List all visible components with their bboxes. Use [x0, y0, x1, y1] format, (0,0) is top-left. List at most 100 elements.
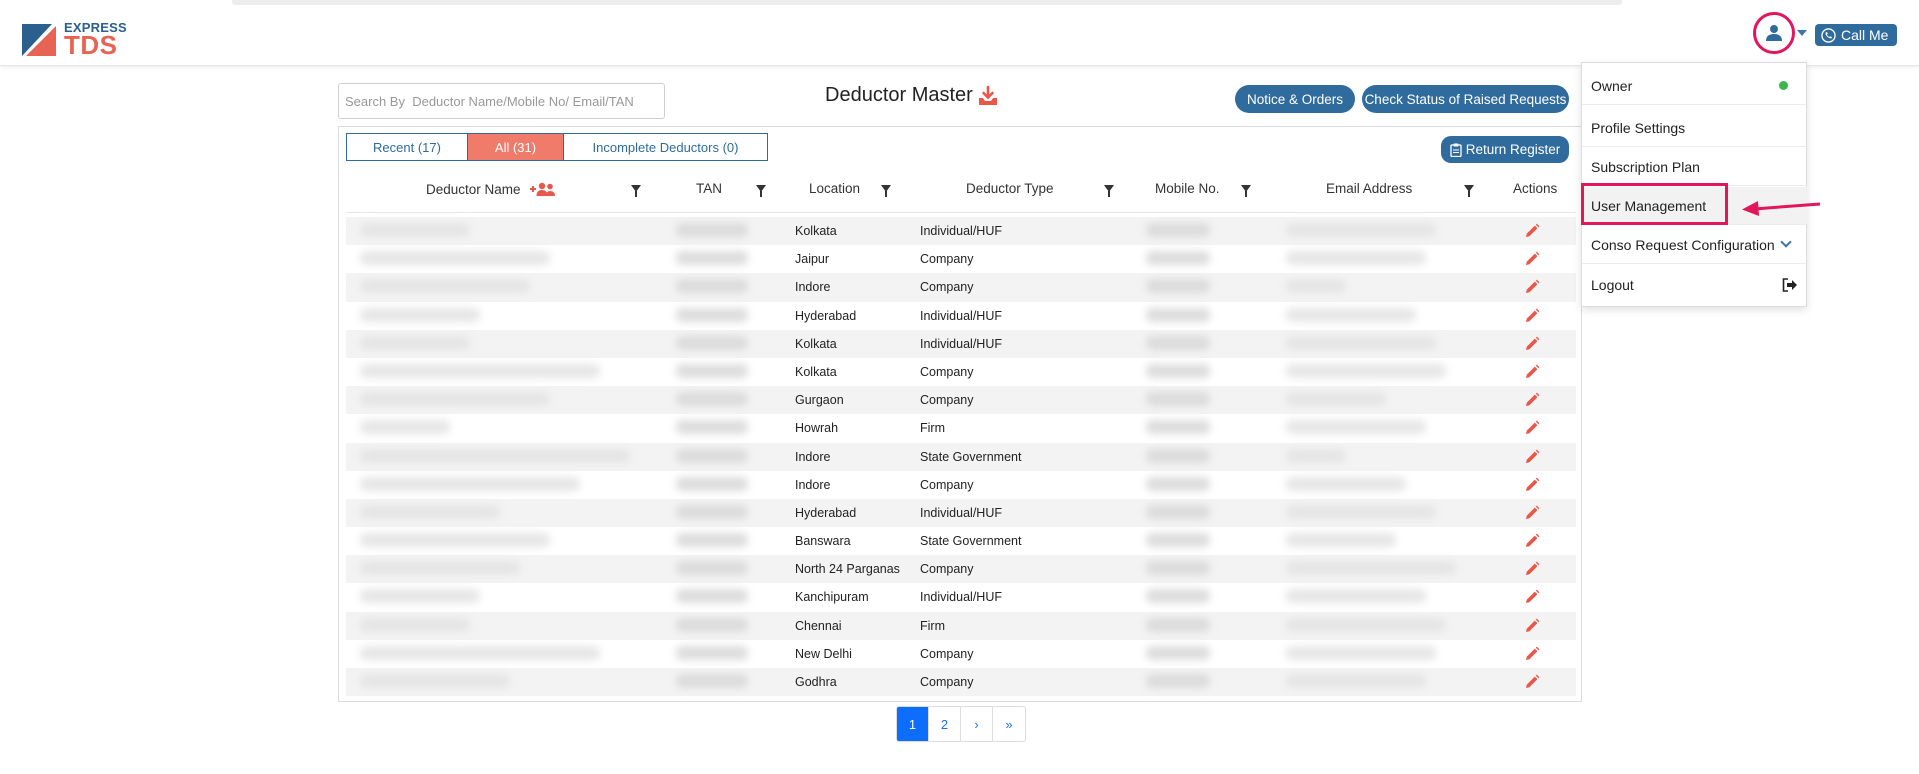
table-header: Deductor Name TAN Location Deductor Type…: [346, 171, 1576, 213]
tab-all[interactable]: All (31): [468, 134, 564, 160]
table-row[interactable]: Kanchipuram Individual/HUF: [346, 583, 1576, 611]
deductor-search-input[interactable]: [338, 83, 665, 119]
edit-pencil-icon[interactable]: [1524, 646, 1540, 662]
col-deductor-type[interactable]: Deductor Type: [966, 181, 1054, 196]
menu-item-subscription-plan[interactable]: Subscription Plan: [1582, 148, 1808, 186]
filter-deductor-name-icon[interactable]: [631, 185, 641, 197]
redacted-mobile: [1146, 363, 1210, 378]
online-status-dot-icon: [1779, 81, 1788, 90]
table-row[interactable]: Indore Company: [346, 273, 1576, 302]
notice-orders-button[interactable]: Notice & Orders: [1235, 85, 1355, 113]
filter-deductor-type-icon[interactable]: [1104, 185, 1114, 197]
redacted-email: [1286, 645, 1436, 660]
next-page-button[interactable]: ›: [961, 707, 993, 741]
table-row[interactable]: Gurgaon Company: [346, 386, 1576, 415]
edit-pencil-icon[interactable]: [1524, 336, 1540, 352]
cell-deductor-type: Individual/HUF: [920, 308, 1002, 323]
table-row[interactable]: Kolkata Individual/HUF: [346, 329, 1576, 358]
deductor-tabs: Recent (17) All (31) Incomplete Deductor…: [346, 133, 768, 161]
edit-pencil-icon[interactable]: [1524, 308, 1540, 324]
edit-pencil-icon[interactable]: [1524, 618, 1540, 634]
menu-item-owner[interactable]: Owner: [1582, 67, 1808, 105]
edit-pencil-icon[interactable]: [1524, 477, 1540, 493]
table-row[interactable]: Chennai Firm: [346, 611, 1576, 640]
table-row[interactable]: Indore State Government: [346, 442, 1576, 471]
redacted-tan: [676, 307, 748, 322]
edit-pencil-icon[interactable]: [1524, 505, 1540, 521]
redacted-email: [1286, 561, 1456, 576]
download-icon[interactable]: [977, 85, 999, 107]
call-me-button[interactable]: Call Me: [1815, 24, 1897, 46]
edit-pencil-icon[interactable]: [1524, 392, 1540, 408]
redacted-email: [1286, 533, 1396, 548]
check-status-button[interactable]: Check Status of Raised Requests: [1362, 85, 1569, 113]
table-row[interactable]: Howrah Firm: [346, 414, 1576, 442]
user-icon: [1766, 25, 1782, 41]
redacted-tan: [676, 617, 748, 632]
table-row[interactable]: Hyderabad Individual/HUF: [346, 498, 1576, 528]
edit-pencil-icon[interactable]: [1524, 364, 1540, 380]
redacted-tan: [676, 251, 748, 266]
edit-pencil-icon[interactable]: [1524, 420, 1540, 436]
table-row[interactable]: Jaipur Company: [346, 245, 1576, 273]
add-users-icon[interactable]: [527, 181, 557, 197]
edit-pencil-icon[interactable]: [1524, 449, 1540, 465]
col-tan[interactable]: TAN: [696, 181, 722, 196]
filter-email-icon[interactable]: [1464, 185, 1474, 197]
redacted-email: [1286, 589, 1426, 604]
tab-recent[interactable]: Recent (17): [347, 134, 468, 160]
filter-location-icon[interactable]: [881, 185, 891, 197]
redacted-tan: [676, 589, 748, 604]
redacted-deductor-name: [360, 476, 580, 491]
logo[interactable]: EXPRESS TDS: [22, 18, 152, 58]
logo-main-text: TDS: [64, 30, 118, 60]
edit-pencil-icon[interactable]: [1524, 279, 1540, 295]
phone-icon: [1821, 27, 1836, 43]
redacted-mobile: [1146, 589, 1210, 604]
edit-pencil-icon[interactable]: [1524, 589, 1540, 605]
page-title-text: Deductor Master: [825, 84, 973, 106]
edit-pencil-icon[interactable]: [1524, 223, 1540, 239]
table-row[interactable]: Banswara State Government: [346, 527, 1576, 555]
cell-location: Chennai: [795, 618, 842, 633]
table-row[interactable]: New Delhi Company: [346, 640, 1576, 668]
col-mobile[interactable]: Mobile No.: [1155, 181, 1220, 196]
redacted-mobile: [1146, 674, 1210, 688]
col-email[interactable]: Email Address: [1326, 181, 1412, 196]
filter-mobile-icon[interactable]: [1241, 185, 1251, 197]
user-menu-caret-icon[interactable]: [1797, 30, 1807, 36]
page-1-button[interactable]: 1: [897, 707, 929, 741]
table-row[interactable]: Godhra Company: [346, 668, 1576, 697]
page-title: Deductor Master: [825, 84, 999, 107]
page-2-button[interactable]: 2: [929, 707, 961, 741]
table-row[interactable]: Kolkata Company: [346, 358, 1576, 386]
app-header: EXPRESS TDS Call Me: [0, 10, 1919, 66]
cell-location: Indore: [795, 477, 831, 492]
redacted-deductor-name: [360, 392, 550, 407]
table-row[interactable]: North 24 Parganas Company: [346, 555, 1576, 584]
return-register-button[interactable]: Return Register: [1441, 136, 1569, 163]
table-row[interactable]: Indore Company: [346, 471, 1576, 499]
user-menu-button[interactable]: [1753, 12, 1795, 54]
edit-pencil-icon[interactable]: [1524, 533, 1540, 549]
menu-item-profile-settings[interactable]: Profile Settings: [1582, 109, 1808, 147]
col-deductor-name[interactable]: Deductor Name: [426, 181, 557, 197]
redacted-deductor-name: [360, 335, 470, 350]
tab-incomplete[interactable]: Incomplete Deductors (0): [564, 134, 767, 160]
table-row[interactable]: Kolkata Individual/HUF: [346, 217, 1576, 246]
col-location[interactable]: Location: [809, 181, 860, 196]
edit-pencil-icon[interactable]: [1524, 561, 1540, 577]
table-row[interactable]: Hyderabad Individual/HUF: [346, 302, 1576, 330]
cell-deductor-type: State Government: [920, 449, 1022, 464]
redacted-mobile: [1146, 307, 1210, 322]
edit-pencil-icon[interactable]: [1524, 251, 1540, 267]
chevron-down-icon[interactable]: [1780, 236, 1792, 248]
redacted-email: [1286, 448, 1346, 463]
edit-pencil-icon[interactable]: [1524, 674, 1540, 690]
menu-item-conso-request-configuration[interactable]: Conso Request Configuration: [1582, 226, 1808, 264]
last-page-button[interactable]: »: [993, 707, 1025, 741]
menu-item-logout[interactable]: Logout: [1582, 266, 1808, 304]
filter-tan-icon[interactable]: [756, 185, 766, 197]
cell-location: Hyderabad: [795, 505, 857, 520]
redacted-deductor-name: [360, 645, 600, 660]
